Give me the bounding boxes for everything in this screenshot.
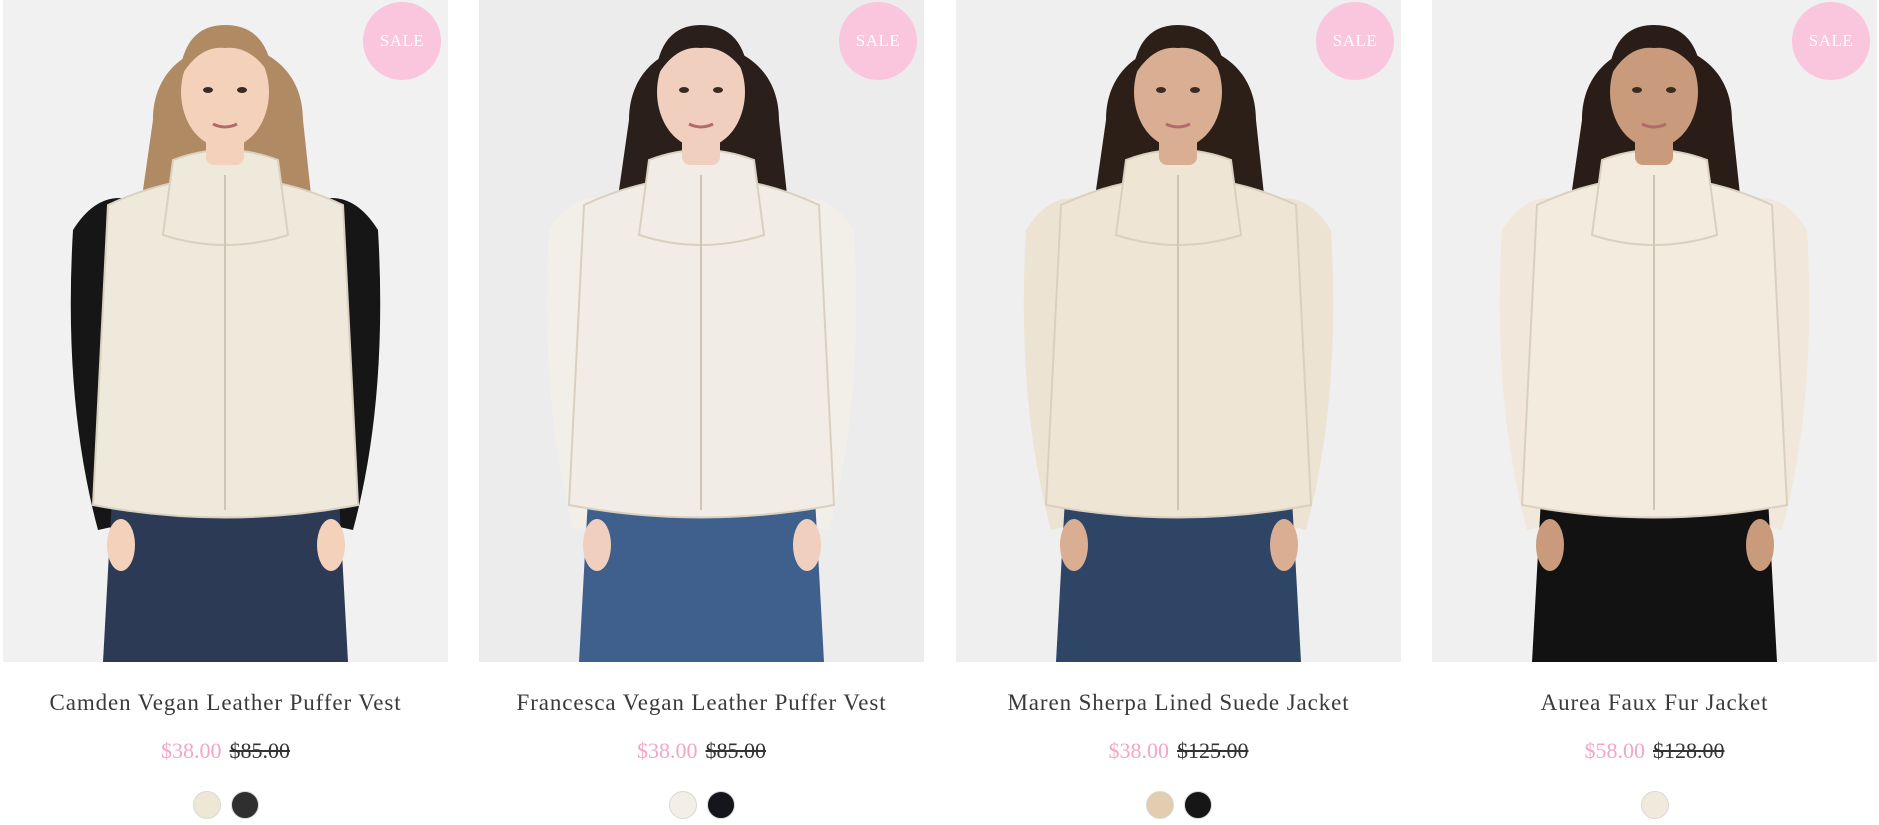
product-grid: SALE Camden Vegan Leather Puffer Vest $3… [0,0,1879,825]
product-card: SALE Aurea Faux Fur Jacket $58.00 $128.00 [1432,0,1877,825]
sale-badge: SALE [839,2,917,80]
color-swatches [479,791,924,819]
sale-price: $38.00 [637,738,698,763]
sale-badge: SALE [363,2,441,80]
product-image-link[interactable]: SALE [479,0,924,662]
product-card: SALE Francesca Vegan Leather Puffer Vest… [479,0,924,825]
color-swatches [3,791,448,819]
original-price: $85.00 [705,738,767,763]
price-row: $38.00 $85.00 [479,738,924,764]
price-row: $38.00 $125.00 [956,738,1401,764]
product-title[interactable]: Aurea Faux Fur Jacket [1432,690,1877,716]
swatch-cream[interactable] [668,791,697,819]
original-price: $85.00 [229,738,291,763]
product-title[interactable]: Maren Sherpa Lined Suede Jacket [956,690,1401,716]
color-swatches [956,791,1401,819]
sale-price: $38.00 [1108,738,1170,763]
price-row: $58.00 $128.00 [1432,738,1877,764]
product-card: SALE Maren Sherpa Lined Suede Jacket $38… [956,0,1401,825]
original-price: $125.00 [1177,738,1249,763]
product-title[interactable]: Francesca Vegan Leather Puffer Vest [479,690,924,716]
sale-badge: SALE [1316,2,1394,80]
product-card: SALE Camden Vegan Leather Puffer Vest $3… [3,0,448,825]
sale-price: $58.00 [1584,738,1646,763]
swatch-black[interactable] [1183,791,1212,819]
product-image-link[interactable]: SALE [956,0,1401,662]
price-row: $38.00 $85.00 [3,738,448,764]
swatch-black[interactable] [706,791,735,819]
product-title[interactable]: Camden Vegan Leather Puffer Vest [3,690,448,716]
swatch-tan[interactable] [1145,791,1174,819]
product-image-link[interactable]: SALE [1432,0,1877,662]
sale-price: $38.00 [161,738,222,763]
product-image-link[interactable]: SALE [3,0,448,662]
product-photo [1432,0,1877,662]
product-photo [3,0,448,662]
swatch-cream[interactable] [1640,791,1669,819]
original-price: $128.00 [1653,738,1725,763]
sale-badge: SALE [1792,2,1870,80]
product-photo [956,0,1401,662]
product-photo [479,0,924,662]
color-swatches [1432,791,1877,819]
swatch-cream[interactable] [192,791,221,819]
swatch-black[interactable] [230,791,259,819]
